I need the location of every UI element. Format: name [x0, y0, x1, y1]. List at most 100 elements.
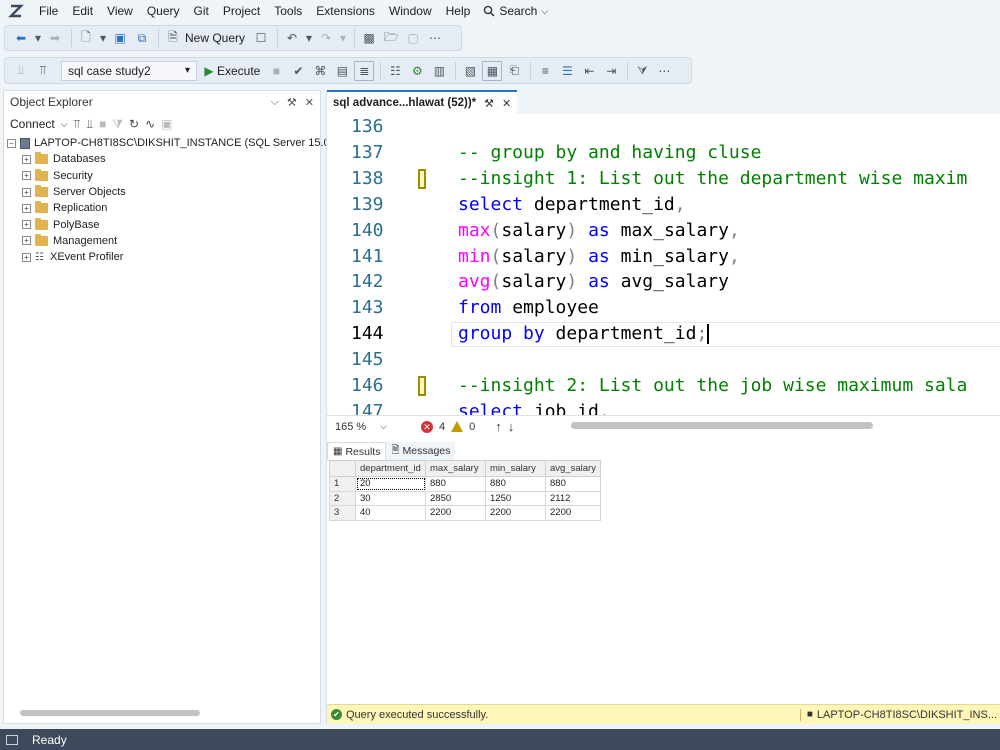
table-cell[interactable]: 2112: [545, 490, 601, 506]
pin-icon[interactable]: ⚒: [484, 97, 494, 110]
new-query-button[interactable]: New Query: [185, 31, 245, 45]
expand-icon[interactable]: +: [22, 171, 31, 181]
specify-values-icon[interactable]: ⮛: [632, 61, 652, 81]
tree-node-xevent-profiler[interactable]: + ☷ XEvent Profiler: [4, 249, 320, 265]
database-selector[interactable]: sql case study2 ▾: [61, 60, 197, 81]
expand-icon[interactable]: +: [22, 154, 31, 164]
code-editor[interactable]: 136 137 -- group by and having cluse 138 --i…: [327, 114, 1000, 415]
table-cell[interactable]: 40: [355, 505, 426, 521]
new-file-icon[interactable]: 🗋: [76, 28, 96, 48]
chevron-down-icon[interactable]: ▾: [33, 28, 43, 48]
parse-checkmark-icon[interactable]: ✔: [288, 61, 308, 81]
uncomment-icon[interactable]: ☰: [557, 61, 577, 81]
client-stats-icon[interactable]: ▥: [429, 61, 449, 81]
column-header[interactable]: department_id: [355, 460, 426, 477]
disconnect-icon[interactable]: ⫫: [86, 117, 93, 132]
down-arrow-icon[interactable]: ↓: [508, 419, 515, 434]
row-number[interactable]: 2: [329, 490, 356, 506]
menu-item-view[interactable]: View: [100, 0, 140, 22]
row-number[interactable]: 1: [329, 476, 356, 492]
table-cell[interactable]: 2200: [485, 505, 546, 521]
decrease-indent-icon[interactable]: ⇤: [579, 61, 599, 81]
expand-icon[interactable]: +: [22, 252, 31, 262]
table-row[interactable]: 2 30 2850 1250 2112: [329, 490, 601, 506]
column-header[interactable]: avg_salary: [545, 460, 601, 477]
document-tab[interactable]: sql advance...hlawat (52))* ⚒ ✕: [327, 90, 518, 114]
chevron-down-icon[interactable]: ▾: [98, 28, 108, 48]
open-folder-icon[interactable]: 🗁: [381, 28, 401, 48]
connect-icon[interactable]: ⫫: [11, 61, 31, 81]
menu-item-query[interactable]: Query: [140, 0, 187, 22]
table-row[interactable]: 3 40 2200 2200 2200: [329, 505, 601, 521]
table-cell[interactable]: 2200: [545, 505, 601, 521]
editor-horizontal-scrollbar[interactable]: [571, 422, 873, 429]
menu-item-edit[interactable]: Edit: [65, 0, 100, 22]
activity-monitor-icon[interactable]: ▩: [359, 28, 379, 48]
undo-icon[interactable]: ↶: [282, 28, 302, 48]
chevron-down-icon[interactable]: ▾: [304, 28, 314, 48]
tree-node-replication[interactable]: + Replication: [4, 200, 320, 216]
connect-button[interactable]: Connect: [10, 117, 55, 131]
chevron-down-icon[interactable]: ⌵: [271, 96, 279, 109]
menu-item-window[interactable]: Window: [382, 0, 439, 22]
stop-icon[interactable]: ■: [266, 61, 286, 81]
tree-node-polybase[interactable]: + PolyBase: [4, 216, 320, 232]
chevron-down-icon[interactable]: ▾: [338, 28, 348, 48]
properties-icon[interactable]: ▢: [403, 28, 423, 48]
analysis-query-icon[interactable]: ☐: [251, 28, 271, 48]
column-header[interactable]: max_salary: [425, 460, 486, 477]
live-stats-icon[interactable]: ⚙: [407, 61, 427, 81]
menu-item-file[interactable]: File: [32, 0, 65, 22]
table-cell[interactable]: 880: [425, 476, 486, 492]
output-window-icon[interactable]: [6, 734, 18, 745]
table-cell[interactable]: 1250: [485, 490, 546, 506]
refresh-icon[interactable]: ↻: [129, 117, 139, 131]
zoom-selector[interactable]: 165 % ⌵: [331, 418, 391, 436]
up-arrow-icon[interactable]: ↑: [495, 419, 502, 434]
activity-icon[interactable]: ∿: [145, 117, 155, 131]
close-icon[interactable]: ✕: [305, 96, 314, 109]
menu-item-help[interactable]: Help: [439, 0, 478, 22]
table-row[interactable]: 1 20 880 880 880: [329, 476, 601, 492]
collapse-icon[interactable]: −: [7, 138, 16, 148]
tab-messages[interactable]: 🗎 Messages: [386, 442, 456, 460]
expand-icon[interactable]: +: [22, 187, 31, 197]
redo-icon[interactable]: ↷: [316, 28, 336, 48]
increase-indent-icon[interactable]: ⇥: [601, 61, 621, 81]
results-to-text-icon[interactable]: ▧: [460, 61, 480, 81]
forward-icon[interactable]: ➡: [45, 28, 65, 48]
row-number[interactable]: 3: [329, 505, 356, 521]
menu-item-project[interactable]: Project: [216, 0, 267, 22]
horizontal-scrollbar[interactable]: [10, 709, 310, 717]
results-to-grid-icon[interactable]: ▦: [482, 60, 503, 81]
change-connection-icon[interactable]: ⫪: [33, 61, 53, 81]
more-options-icon[interactable]: ⋯: [425, 28, 445, 48]
menu-item-git[interactable]: Git: [187, 0, 216, 22]
menu-item-extensions[interactable]: Extensions: [309, 0, 382, 22]
expand-icon[interactable]: +: [22, 203, 31, 213]
close-icon[interactable]: ✕: [502, 97, 511, 110]
comment-icon[interactable]: ≡: [535, 61, 555, 81]
expand-icon[interactable]: +: [22, 220, 31, 230]
menu-item-tools[interactable]: Tools: [267, 0, 309, 22]
table-cell[interactable]: 30: [355, 490, 426, 506]
chevron-down-icon[interactable]: ⌵: [61, 119, 68, 130]
tab-results[interactable]: ▦ Results: [327, 442, 387, 460]
display-plan-icon[interactable]: ⌘: [310, 61, 330, 81]
error-summary[interactable]: ✕ 4 0 ↑ ↓: [421, 419, 514, 434]
more-options-icon[interactable]: ⋯: [654, 61, 674, 81]
filter-icon[interactable]: ⧩: [112, 117, 123, 132]
tree-node-server-objects[interactable]: + Server Objects: [4, 184, 320, 200]
save-all-icon[interactable]: ⧉: [132, 28, 152, 48]
tree-node-security[interactable]: + Security: [4, 168, 320, 184]
tree-node-management[interactable]: + Management: [4, 233, 320, 249]
stop-icon[interactable]: ■: [99, 117, 106, 131]
table-cell[interactable]: 2850: [425, 490, 486, 506]
search-menu[interactable]: Search ⌵: [483, 4, 548, 18]
include-plan-icon[interactable]: ☷: [385, 61, 405, 81]
results-grid[interactable]: department_id max_salary min_salary avg_sal…: [329, 460, 601, 521]
query-designer-icon[interactable]: ▤: [332, 61, 352, 81]
connect-plug-icon[interactable]: ⫪: [74, 117, 81, 132]
table-cell[interactable]: 20: [355, 476, 426, 492]
table-cell[interactable]: 880: [545, 476, 601, 492]
